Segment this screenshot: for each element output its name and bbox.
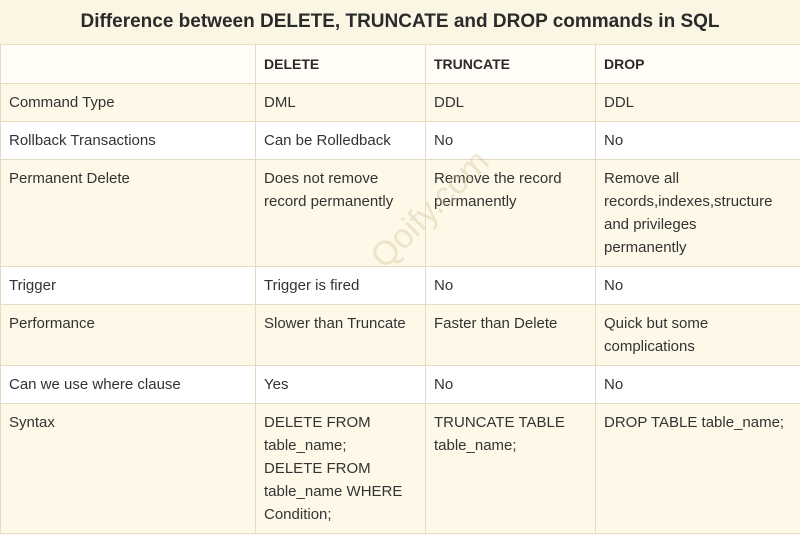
cell-drop: No [595, 365, 800, 404]
cell-line: No [604, 132, 624, 149]
table-row: Permanent Delete Does not remove record pe… [0, 159, 800, 267]
cell-line: records,indexes,structure [604, 193, 773, 210]
cell-line: Condition; [264, 506, 332, 523]
row-label: Performance [0, 304, 256, 366]
cell-line: No [434, 132, 454, 149]
header-drop: DROP [595, 45, 800, 84]
cell-delete: DML [255, 83, 426, 122]
cell-line: table_name; [264, 437, 347, 454]
cell-truncate: Remove the record permanently [425, 159, 596, 267]
page-title: Difference between DELETE, TRUNCATE and … [0, 0, 800, 45]
cell-line: Slower than Truncate [264, 315, 406, 332]
cell-delete: Yes [255, 365, 426, 404]
row-label: Rollback Transactions [0, 121, 256, 160]
cell-line: Faster than Delete [434, 315, 558, 332]
cell-line: Remove all [604, 170, 680, 187]
table-row: Syntax DELETE FROM table_name; DELETE FROM t… [0, 403, 800, 534]
cell-line: DML [264, 94, 296, 111]
cell-line: DDL [434, 94, 465, 111]
cell-truncate: No [425, 365, 596, 404]
cell-line: DROP TABLE table_name; [604, 414, 785, 431]
cell-truncate: TRUNCATE TABLE table_name; [425, 403, 596, 534]
cell-line: Can be Rolledback [264, 132, 391, 149]
cell-line: DELETE FROM [264, 414, 371, 431]
header-empty [0, 45, 256, 84]
cell-line: Trigger is fired [264, 277, 360, 294]
cell-drop: Remove all records,indexes,structure and p… [595, 159, 800, 267]
cell-line: complications [604, 338, 695, 355]
cell-drop: No [595, 266, 800, 305]
table-row: Can we use where clause Yes No No [0, 365, 800, 404]
row-label: Trigger [0, 266, 256, 305]
cell-drop: No [595, 121, 800, 160]
cell-line: Quick but some [604, 315, 709, 332]
cell-delete: Does not remove record permanently [255, 159, 426, 267]
table-row: Command Type DML DDL DDL [0, 83, 800, 122]
header-truncate: TRUNCATE [425, 45, 596, 84]
cell-delete: DELETE FROM table_name; DELETE FROM table_n… [255, 403, 426, 534]
page: Difference between DELETE, TRUNCATE and … [0, 0, 800, 535]
cell-line: Remove the record [434, 170, 562, 187]
table-row: Rollback Transactions Can be Rolledback No… [0, 121, 800, 160]
cell-line: No [604, 376, 624, 393]
cell-line: No [604, 277, 624, 294]
header-delete: DELETE [255, 45, 426, 84]
cell-line: Does not remove [264, 170, 379, 187]
table-body: Command Type DML DDL DDL Rollback Transactio… [0, 83, 800, 534]
row-label: Permanent Delete [0, 159, 256, 267]
row-label: Syntax [0, 403, 256, 534]
cell-line: DDL [604, 94, 635, 111]
cell-drop: DROP TABLE table_name; [595, 403, 800, 534]
cell-line: TRUNCATE TABLE [434, 414, 565, 431]
comparison-table: DELETE TRUNCATE DROP Command Type DML DDL D… [0, 45, 800, 534]
cell-line: table_name WHERE [264, 483, 403, 500]
cell-line: permanently [604, 239, 687, 256]
cell-truncate: No [425, 121, 596, 160]
cell-delete: Trigger is fired [255, 266, 426, 305]
cell-line: permanently [434, 193, 517, 210]
table-row: Trigger Trigger is fired No No [0, 266, 800, 305]
cell-drop: Quick but some complications [595, 304, 800, 366]
cell-line: Yes [264, 376, 289, 393]
cell-truncate: No [425, 266, 596, 305]
cell-line: DELETE FROM [264, 460, 371, 477]
cell-truncate: Faster than Delete [425, 304, 596, 366]
cell-drop: DDL [595, 83, 800, 122]
cell-line: No [434, 376, 454, 393]
cell-line: table_name; [434, 437, 517, 454]
row-label: Command Type [0, 83, 256, 122]
table-row: Performance Slower than Truncate Faster th… [0, 304, 800, 366]
cell-line: and privileges [604, 216, 697, 233]
header-row: DELETE TRUNCATE DROP [0, 45, 800, 84]
cell-delete: Slower than Truncate [255, 304, 426, 366]
cell-line: record permanently [264, 193, 394, 210]
cell-truncate: DDL [425, 83, 596, 122]
row-label: Can we use where clause [0, 365, 256, 404]
cell-line: No [434, 277, 454, 294]
cell-delete: Can be Rolledback [255, 121, 426, 160]
